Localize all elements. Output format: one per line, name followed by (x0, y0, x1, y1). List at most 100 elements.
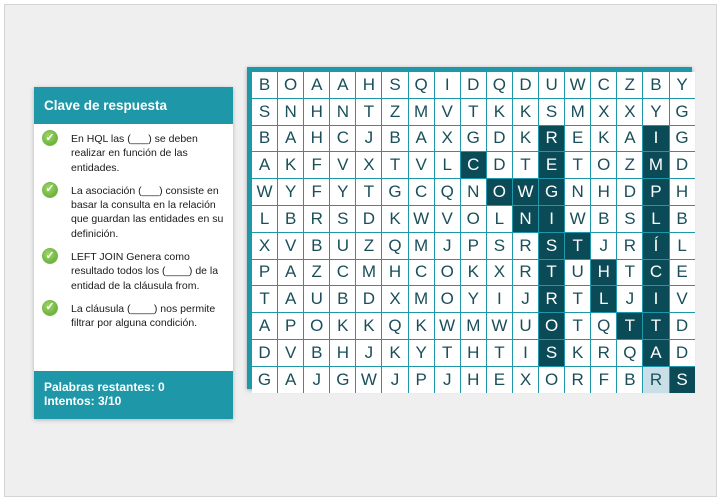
grid-cell[interactable]: V (408, 152, 434, 179)
grid-cell[interactable]: J (512, 286, 539, 313)
grid-cell[interactable]: L (434, 152, 460, 179)
grid-cell[interactable]: T (356, 98, 382, 125)
grid-cell[interactable]: T (434, 339, 460, 366)
grid-cell[interactable]: Y (669, 72, 695, 98)
grid-cell[interactable]: L (643, 205, 669, 232)
grid-cell[interactable]: M (356, 259, 382, 286)
grid-cell[interactable]: W (565, 72, 591, 98)
grid-cell[interactable]: D (486, 125, 512, 152)
grid-cell[interactable]: R (643, 366, 669, 393)
grid-cell[interactable]: W (434, 313, 460, 339)
grid-cell[interactable]: B (617, 366, 643, 393)
grid-cell[interactable]: D (460, 72, 486, 98)
grid-cell[interactable]: H (356, 72, 382, 98)
grid-cell[interactable]: H (382, 259, 408, 286)
grid-cell[interactable]: G (460, 125, 486, 152)
grid-cell[interactable]: P (278, 313, 304, 339)
grid-cell[interactable]: I (512, 339, 539, 366)
grid-cell[interactable]: Z (617, 152, 643, 179)
grid-cell[interactable]: X (591, 98, 617, 125)
grid-cell[interactable]: O (539, 366, 565, 393)
grid-cell[interactable]: V (278, 339, 304, 366)
grid-cell[interactable]: Q (434, 179, 460, 205)
grid-cell[interactable]: E (486, 366, 512, 393)
grid-cell[interactable]: C (408, 179, 434, 205)
grid-cell[interactable]: G (330, 366, 356, 393)
grid-cell[interactable]: G (382, 179, 408, 205)
grid-cell[interactable]: N (278, 98, 304, 125)
grid-cell[interactable]: Q (591, 313, 617, 339)
grid-cell[interactable]: Y (408, 339, 434, 366)
grid-cell[interactable]: D (669, 339, 695, 366)
grid-cell[interactable]: U (304, 286, 330, 313)
grid-cell[interactable]: H (591, 259, 617, 286)
grid-cell[interactable]: E (539, 152, 565, 179)
grid-cell[interactable]: V (669, 286, 695, 313)
grid-cell[interactable]: T (252, 286, 278, 313)
grid-cell[interactable]: D (252, 339, 278, 366)
grid-cell[interactable]: E (669, 259, 695, 286)
grid-cell[interactable]: Z (617, 72, 643, 98)
grid-cell[interactable]: L (486, 205, 512, 232)
grid-cell[interactable]: K (330, 313, 356, 339)
grid-cell[interactable]: J (304, 366, 330, 393)
grid-cell[interactable]: C (460, 152, 486, 179)
grid-cell[interactable]: B (252, 125, 278, 152)
grid-cell[interactable]: S (382, 72, 408, 98)
grid-cell[interactable]: Q (382, 313, 408, 339)
grid-cell[interactable]: T (617, 313, 643, 339)
grid-cell[interactable]: G (669, 98, 695, 125)
grid-cell[interactable]: Q (408, 72, 434, 98)
grid-cell[interactable]: M (408, 98, 434, 125)
grid-cell[interactable]: O (434, 286, 460, 313)
grid-cell[interactable]: K (460, 259, 486, 286)
grid-cell[interactable]: D (669, 313, 695, 339)
grid-cell[interactable]: V (434, 205, 460, 232)
grid-cell[interactable]: C (330, 259, 356, 286)
grid-cell[interactable]: Y (643, 98, 669, 125)
grid-cell[interactable]: B (330, 286, 356, 313)
grid-cell[interactable]: X (382, 286, 408, 313)
grid-cell[interactable]: M (643, 152, 669, 179)
grid-cell[interactable]: L (252, 205, 278, 232)
grid-cell[interactable]: T (512, 152, 539, 179)
grid-cell[interactable]: W (252, 179, 278, 205)
grid-cell[interactable]: J (434, 232, 460, 259)
grid-cell[interactable]: S (539, 339, 565, 366)
grid-cell[interactable]: N (565, 179, 591, 205)
grid-cell[interactable]: X (486, 259, 512, 286)
grid-cell[interactable]: B (669, 205, 695, 232)
grid-cell[interactable]: T (565, 286, 591, 313)
grid-cell[interactable]: S (252, 98, 278, 125)
grid-cell[interactable]: K (591, 125, 617, 152)
grid-cell[interactable]: B (643, 72, 669, 98)
grid-cell[interactable]: O (460, 205, 486, 232)
grid-cell[interactable]: X (434, 125, 460, 152)
grid-cell[interactable]: K (512, 98, 539, 125)
grid-cell[interactable]: T (356, 179, 382, 205)
grid-cell[interactable]: A (252, 152, 278, 179)
grid-cell[interactable]: B (591, 205, 617, 232)
grid-cell[interactable]: X (617, 98, 643, 125)
grid-cell[interactable]: P (460, 232, 486, 259)
grid-cell[interactable]: C (408, 259, 434, 286)
grid-cell[interactable]: S (539, 232, 565, 259)
grid-cell[interactable]: R (539, 286, 565, 313)
grid-cell[interactable]: O (486, 179, 512, 205)
grid-cell[interactable]: Z (304, 259, 330, 286)
grid-cell[interactable]: S (617, 205, 643, 232)
grid-cell[interactable]: T (565, 232, 591, 259)
grid-cell[interactable]: H (460, 366, 486, 393)
grid-cell[interactable]: Y (330, 179, 356, 205)
grid-cell[interactable]: W (408, 205, 434, 232)
grid-cell[interactable]: Q (486, 72, 512, 98)
grid-cell[interactable]: V (434, 98, 460, 125)
grid-cell[interactable]: I (643, 286, 669, 313)
grid-cell[interactable]: J (356, 125, 382, 152)
grid-cell[interactable]: D (486, 152, 512, 179)
grid-cell[interactable]: O (304, 313, 330, 339)
grid-cell[interactable]: D (356, 286, 382, 313)
grid-cell[interactable]: A (304, 72, 330, 98)
grid-cell[interactable]: K (512, 125, 539, 152)
grid-cell[interactable]: A (278, 259, 304, 286)
